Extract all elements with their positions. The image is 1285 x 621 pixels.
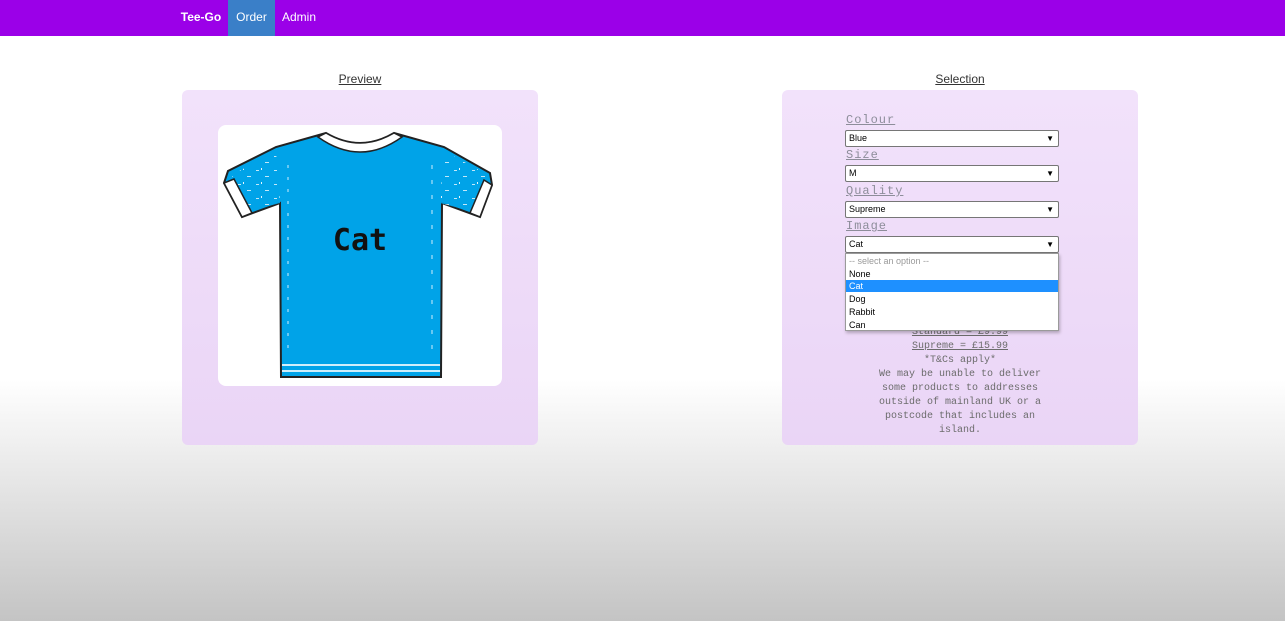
dropdown-option-dog[interactable]: Dog bbox=[846, 293, 1058, 305]
size-select[interactable]: M ▼ bbox=[845, 165, 1059, 182]
chevron-down-icon: ▼ bbox=[1046, 134, 1054, 143]
selection-title: Selection bbox=[935, 72, 985, 86]
nav-item-admin[interactable]: Admin bbox=[275, 0, 323, 36]
brand-link[interactable]: Tee-Go bbox=[174, 0, 228, 36]
chevron-down-icon: ▼ bbox=[1046, 240, 1054, 249]
dropdown-option-cat[interactable]: Cat bbox=[846, 280, 1058, 292]
preview-panel: Cat bbox=[182, 90, 538, 445]
dropdown-placeholder: -- select an option -- bbox=[849, 256, 930, 266]
shirt-print-text: Cat bbox=[332, 223, 388, 258]
image-select[interactable]: Cat ▼ bbox=[845, 236, 1059, 253]
size-select-value: M bbox=[849, 168, 857, 178]
colour-label: Colour bbox=[846, 113, 896, 127]
size-label: Size bbox=[846, 148, 879, 162]
dropdown-option-can[interactable]: Can bbox=[846, 319, 1058, 331]
preview-title: Preview bbox=[338, 72, 382, 86]
quality-select-value: Supreme bbox=[849, 204, 886, 214]
chevron-down-icon: ▼ bbox=[1046, 205, 1054, 214]
image-dropdown-list: -- select an option -- None Cat Dog Rabb… bbox=[845, 253, 1059, 331]
tshirt-preview: Cat bbox=[218, 125, 502, 386]
price-supreme: Supreme = £15.99 bbox=[911, 341, 1008, 352]
nav-item-order[interactable]: Order bbox=[228, 0, 275, 36]
quality-select[interactable]: Supreme ▼ bbox=[845, 201, 1059, 218]
tcs-note: *T&Cs apply* bbox=[923, 355, 996, 366]
delivery-notice-line: outside of mainland UK or a bbox=[878, 397, 1042, 408]
delivery-notice-line: some products to addresses bbox=[881, 383, 1039, 394]
colour-select[interactable]: Blue ▼ bbox=[845, 130, 1059, 147]
image-select-value: Cat bbox=[849, 239, 864, 249]
selection-panel: Colour Blue ▼ Size M ▼ Quality Supreme ▼… bbox=[782, 90, 1138, 445]
delivery-notice-line: postcode that includes an bbox=[884, 411, 1036, 422]
image-label: Image bbox=[846, 219, 888, 233]
top-navbar: Tee-Go Order Admin bbox=[0, 0, 1285, 36]
dropdown-option-rabbit[interactable]: Rabbit bbox=[846, 306, 1058, 318]
delivery-notice-line: We may be unable to deliver bbox=[878, 369, 1042, 380]
chevron-down-icon: ▼ bbox=[1046, 169, 1054, 178]
dropdown-option-none[interactable]: None bbox=[846, 268, 1058, 280]
quality-label: Quality bbox=[846, 184, 904, 198]
colour-select-value: Blue bbox=[849, 133, 868, 143]
delivery-notice-line: island. bbox=[938, 425, 981, 436]
